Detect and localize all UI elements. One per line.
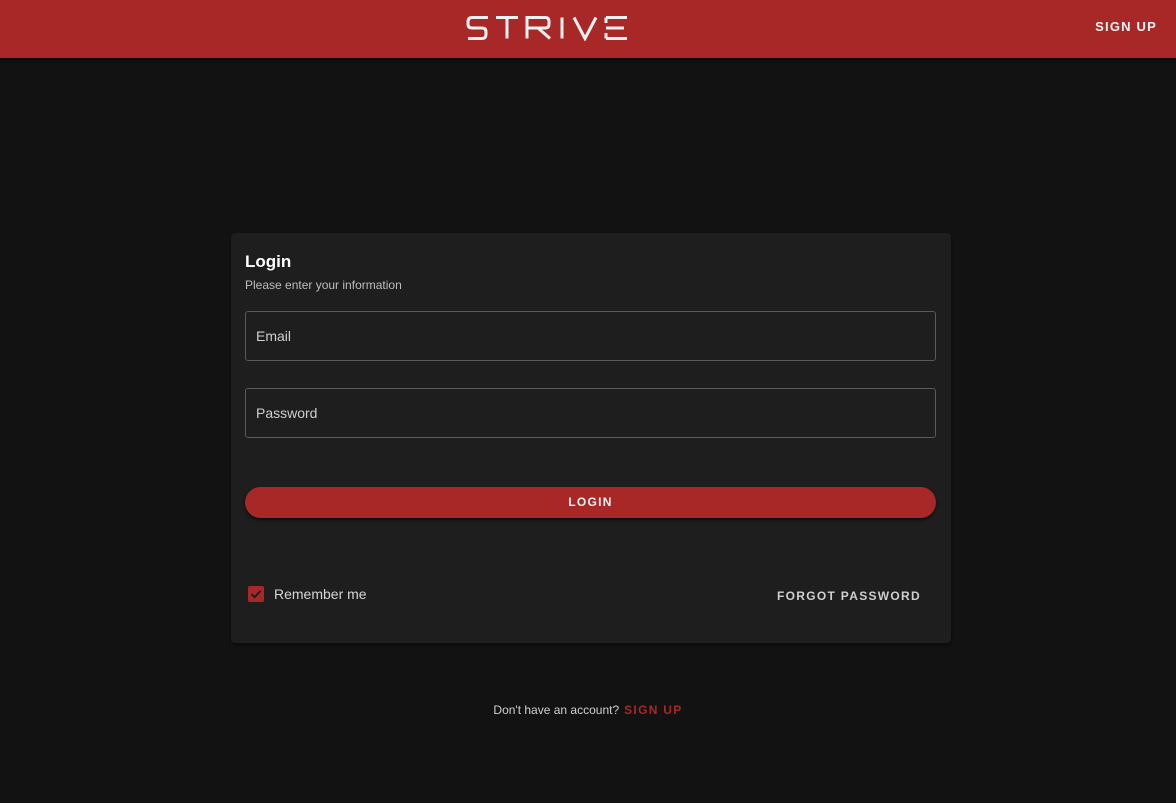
strive-logo[interactable] xyxy=(466,15,629,41)
forgot-password-button[interactable]: FORGOT PASSWORD xyxy=(777,589,921,604)
login-subtitle: Please enter your information xyxy=(245,278,402,292)
email-field-outline xyxy=(245,311,936,361)
login-button[interactable]: LOGIN xyxy=(245,487,936,518)
app-bar: SIGN UP xyxy=(0,0,1176,58)
login-title: Login xyxy=(245,252,292,271)
remember-me-label[interactable]: Remember me xyxy=(274,585,367,603)
signup-prompt-text: Don't have an account? xyxy=(493,703,620,717)
password-field-outline xyxy=(245,388,936,438)
login-card: Login Please enter your information LOGI… xyxy=(231,233,951,643)
password-field[interactable] xyxy=(246,389,935,437)
email-field[interactable] xyxy=(246,312,935,360)
signup-prompt: Don't have an account? SIGN UP xyxy=(0,702,1176,720)
header-signup-button[interactable]: SIGN UP xyxy=(1095,19,1157,35)
checkbox-checked-icon[interactable] xyxy=(248,586,264,602)
footer-signup-link[interactable]: SIGN UP xyxy=(624,702,682,718)
